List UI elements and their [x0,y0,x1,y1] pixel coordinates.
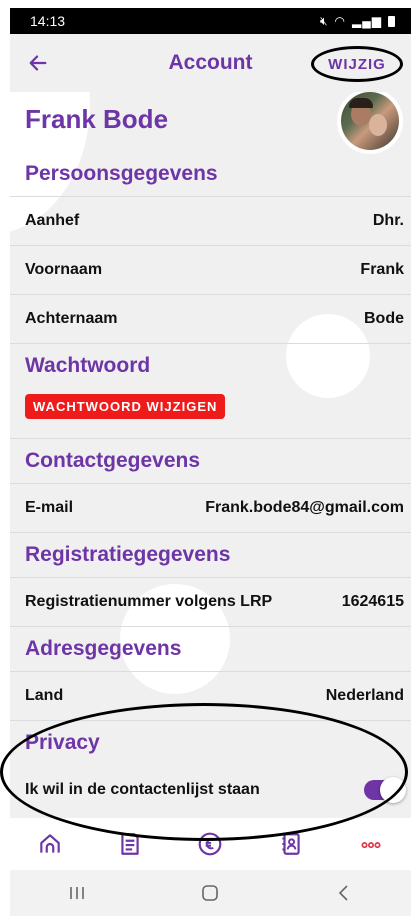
signal-icon: ▂▄▆ [352,14,382,28]
home-icon [40,834,60,853]
field-value: 1624615 [341,593,404,610]
section-title-password: Wachtwoord [25,354,151,377]
recent-apps-icon [70,887,84,899]
profile-photo [341,92,399,150]
field-label: Land [25,687,64,704]
tab-finance[interactable] [188,824,232,864]
mute-icon: 🔇︎ [319,13,329,28]
field-value: Frank.bode84@gmail.com [205,499,404,516]
status-icons: 🔇︎ ◠ ▂▄▆ [320,14,395,29]
home-button[interactable] [180,873,240,913]
contact-list-toggle[interactable] [364,776,406,803]
field-label: Achternaam [25,310,118,327]
tab-contacts[interactable] [269,824,313,864]
profile-header: Frank Bode [10,88,411,154]
field-row-first-name: Voornaam Frank [10,245,411,294]
section-title-registration: Registratiegegevens [25,543,231,566]
field-label: Voornaam [25,261,103,278]
field-label: Registratienummer volgens LRP [25,593,273,610]
tab-documents[interactable] [108,824,152,864]
euro-icon [199,832,222,856]
more-icon [361,842,381,849]
section-title-contact: Contactgegevens [25,449,201,472]
field-value: Bode [364,310,404,327]
tab-more[interactable] [349,824,393,864]
field-value: Nederland [325,687,404,704]
field-row-contact-list: Ik wil in de contactenlijst staan [10,765,411,814]
back-button[interactable] [314,873,374,913]
field-row-registration-number: Registratienummer volgens LRP 1624615 [10,577,411,626]
field-row-country: Land Nederland [10,671,411,720]
avatar[interactable] [337,88,403,154]
edit-button[interactable]: WIJZIG [311,46,403,82]
document-icon [121,833,139,855]
field-value: Dhr. [372,212,404,229]
account-screen: Account WIJZIG Frank Bode Persoonsgegeve… [10,34,411,870]
status-bar: 14:13 🔇︎ ◠ ▂▄▆ [10,8,411,34]
field-row-salutation: Aanhef Dhr. [10,196,411,245]
password-button-row: WACHTWOORD WIJZIGEN [10,388,411,438]
status-time: 14:13 [30,13,66,29]
field-label: E-mail [25,499,74,516]
home-nav-icon [202,885,219,901]
tab-home[interactable] [28,824,72,864]
section-title-address: Adresgegevens [25,637,182,660]
toggle-knob [380,776,406,803]
change-password-button[interactable]: WACHTWOORD WIJZIGEN [25,394,226,419]
wifi-icon: ◠ [334,14,347,28]
field-row-last-name: Achternaam Bode [10,294,411,343]
profile-name: Frank Bode [25,104,169,134]
battery-icon [388,15,395,27]
section-title-privacy: Privacy [25,731,100,754]
field-value: Frank [360,261,404,278]
toggle-label: Ik wil in de contactenlijst staan [25,780,260,798]
system-nav-bar [10,870,411,916]
contacts-icon [281,833,300,855]
recent-apps-button[interactable] [47,873,107,913]
chevron-left-icon [339,885,348,901]
section-title-personal: Persoonsgegevens [25,162,218,185]
top-bar: Account WIJZIG [10,34,411,92]
account-content: Frank Bode Persoonsgegevens Aanhef Dhr. … [10,88,411,814]
field-label: Aanhef [25,212,80,229]
bottom-tab-bar [10,818,411,870]
field-row-email: E-mail Frank.bode84@gmail.com [10,483,411,532]
